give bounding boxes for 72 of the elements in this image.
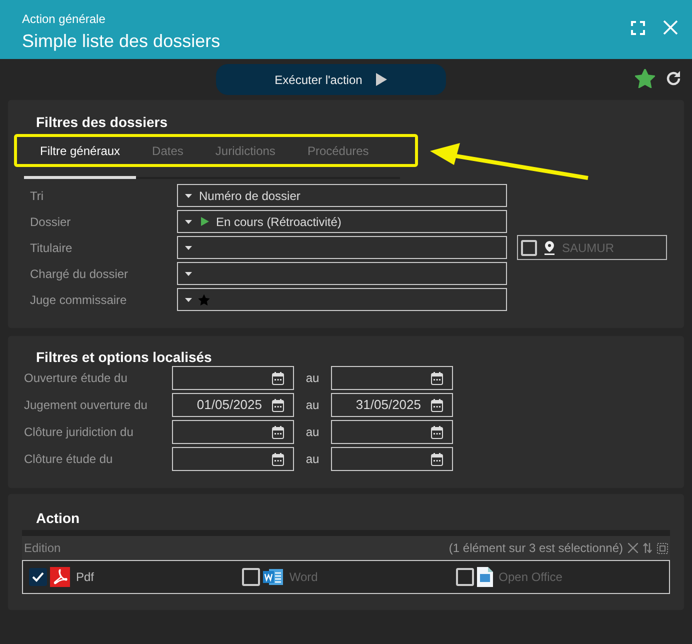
date-field[interactable] xyxy=(172,366,294,390)
select-field[interactable]: Numéro de dossier xyxy=(177,184,507,207)
date-field[interactable] xyxy=(331,447,453,471)
refresh-icon[interactable] xyxy=(665,70,682,87)
star-icon[interactable] xyxy=(635,69,655,88)
clear-icon[interactable] xyxy=(628,543,638,553)
select-field[interactable] xyxy=(177,236,507,259)
window-subtitle: Action générale xyxy=(22,11,106,27)
date-field[interactable] xyxy=(172,420,294,444)
caret-icon xyxy=(185,272,192,276)
checkmark-icon xyxy=(32,572,44,582)
fullscreen-icon[interactable] xyxy=(631,20,645,34)
range-separator: au xyxy=(304,451,320,468)
location-input[interactable]: SAUMUR xyxy=(562,238,652,256)
tab[interactable]: Filtre généraux xyxy=(24,139,136,179)
select-field[interactable] xyxy=(177,288,507,311)
checkbox[interactable] xyxy=(456,568,474,586)
calendar-icon[interactable] xyxy=(272,452,284,466)
field-label: Titulaire xyxy=(29,240,74,256)
window-title: Simple liste des dossiers xyxy=(22,30,220,53)
field-label: Clôture étude du xyxy=(23,451,114,468)
play-icon xyxy=(376,73,388,86)
document-icon xyxy=(476,567,493,587)
run-button[interactable]: Exécuter l'action xyxy=(216,64,446,95)
location-pin-icon xyxy=(544,240,555,254)
date-field[interactable]: 31/05/2025 xyxy=(331,393,453,417)
pdf-icon xyxy=(50,567,70,587)
select-field[interactable] xyxy=(177,262,507,285)
calendar-icon[interactable] xyxy=(272,426,284,438)
selection-summary: (1 élément sur 3 est sélectionné) xyxy=(448,540,623,557)
option-label: Pdf xyxy=(76,569,94,586)
close-icon[interactable] xyxy=(663,20,678,35)
star-icon xyxy=(198,294,210,306)
field-label: Jugement ouverture du xyxy=(23,397,148,414)
section-title: Filtres des dossiers xyxy=(35,113,169,131)
range-separator: au xyxy=(304,424,320,441)
field-label: Tri xyxy=(29,188,45,204)
section-title: Action xyxy=(35,509,81,527)
field-label: Ouverture étude du xyxy=(23,370,128,387)
calendar-icon[interactable] xyxy=(431,426,443,438)
word-icon xyxy=(263,567,284,587)
caret-icon xyxy=(185,220,192,224)
range-separator: au xyxy=(304,397,320,414)
date-field[interactable] xyxy=(331,366,453,390)
calendar-icon[interactable] xyxy=(431,372,443,384)
date-field[interactable]: 01/05/2025 xyxy=(172,393,294,417)
date-field[interactable] xyxy=(331,420,453,444)
select-all-icon[interactable] xyxy=(657,542,668,554)
checkbox[interactable] xyxy=(29,568,47,586)
checkbox[interactable] xyxy=(242,568,260,586)
calendar-icon[interactable] xyxy=(272,398,284,412)
calendar-icon[interactable] xyxy=(431,452,443,466)
location-field[interactable]: SAUMUR xyxy=(517,235,667,260)
field-label: Dossier xyxy=(29,214,72,230)
field-label: Clôture juridiction du xyxy=(23,424,134,441)
calendar-icon[interactable] xyxy=(431,398,443,412)
field-label: Chargé du dossier xyxy=(29,266,130,282)
field-label: Juge commissaire xyxy=(29,292,128,308)
select-field[interactable]: En cours (Rétroactivité) xyxy=(177,210,507,233)
section-title: Filtres et options localisés xyxy=(35,348,213,366)
option-label: Open Office xyxy=(498,569,562,586)
play-icon xyxy=(201,217,209,226)
list-label: Edition xyxy=(24,540,61,557)
range-separator: au xyxy=(304,370,320,387)
checkbox[interactable] xyxy=(521,240,537,256)
caret-icon xyxy=(185,194,192,198)
sort-icon[interactable] xyxy=(643,543,652,553)
caret-icon xyxy=(185,298,192,302)
date-field[interactable] xyxy=(172,447,294,471)
caret-icon xyxy=(185,246,192,250)
option-label: Word xyxy=(289,569,318,586)
calendar-icon[interactable] xyxy=(272,372,284,384)
